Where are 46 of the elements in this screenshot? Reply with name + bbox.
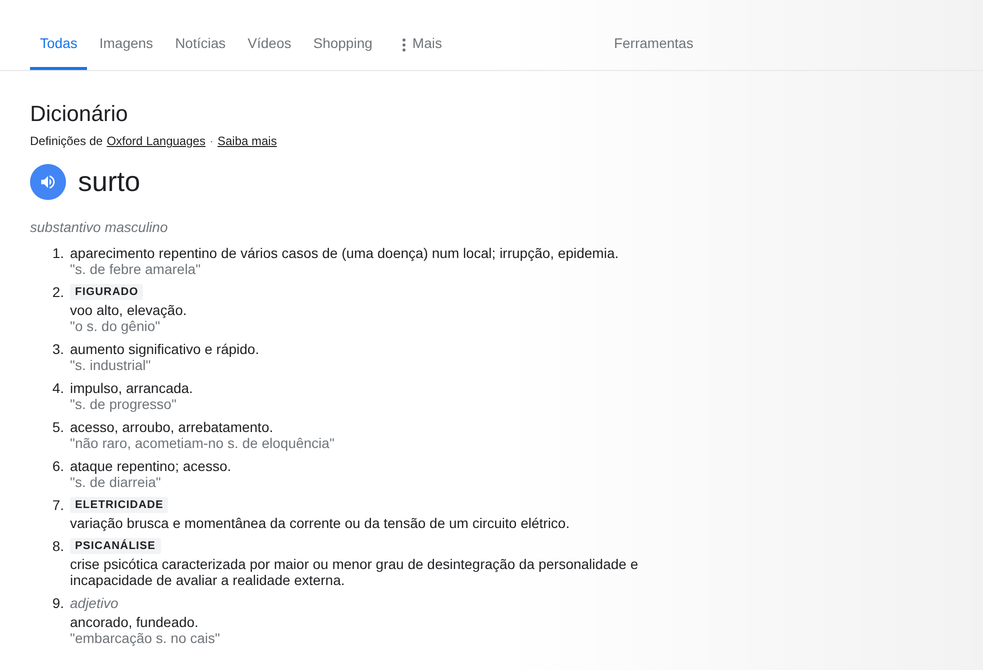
- definition-text: crise psicótica caracterizada por maior ou menor grau de desintegração da personalidade e incapacidade de avaliar a realidade externa.: [70, 556, 640, 588]
- definition-text: voo alto, elevação.: [70, 302, 188, 318]
- nav-tab[interactable]: Shopping: [303, 20, 382, 70]
- subject-label: FIGURADO: [70, 284, 144, 300]
- dictionary-heading: Dicionário: [30, 101, 129, 127]
- example-text: "s. industrial": [70, 357, 152, 373]
- list-number: 7.: [51, 497, 65, 515]
- list-number: 4.: [51, 380, 65, 398]
- definition-text: ataque repentino; acesso.: [70, 458, 232, 474]
- nav-tab[interactable]: Imagens: [89, 20, 164, 70]
- example-text: "s. de febre amarela": [70, 261, 202, 277]
- definition-text: aparecimento repentino de vários casos de (uma doença) num local; irrupção, epidemia.: [70, 245, 620, 261]
- speaker-icon: [39, 173, 57, 191]
- list-number: 3.: [51, 341, 65, 359]
- definition-text: aumento significativo e rápido.: [70, 341, 260, 357]
- example-text: "o s. do gênio": [70, 318, 162, 334]
- subject-label: PSICANÁLISE: [70, 538, 161, 554]
- list-number: 2.: [51, 284, 65, 302]
- nav-tab[interactable]: Mais: [392, 20, 452, 70]
- headword: surto: [78, 165, 140, 199]
- list-number: 8.: [51, 538, 65, 556]
- nav-tab[interactable]: Todas: [30, 20, 88, 70]
- definition-text: acesso, arroubo, arrebatamento.: [70, 419, 274, 435]
- definition-text: ancorado, fundeado.: [70, 614, 200, 630]
- subject-label: ELETRICIDADE: [70, 497, 168, 513]
- list-number: 9.: [51, 595, 65, 613]
- example-text: "não raro, acometiam-no s. de eloquência": [70, 435, 336, 451]
- nav-tab[interactable]: Notícias: [165, 20, 236, 70]
- source-link[interactable]: Oxford Languages: [106, 133, 206, 149]
- source-label: Definições de: [30, 133, 103, 149]
- part-of-speech: substantivo masculino: [30, 218, 169, 237]
- example-text: "s. de diarreia": [70, 474, 162, 490]
- speaker-button[interactable]: [30, 164, 66, 200]
- nav-tab[interactable]: Vídeos: [238, 20, 302, 70]
- list-number: 6.: [51, 458, 65, 476]
- list-number: 5.: [51, 419, 65, 437]
- more-icon: [402, 38, 406, 52]
- learn-more-link[interactable]: Saiba mais: [217, 133, 277, 149]
- definition-text: variação brusca e momentânea da corrente ou da tensão de um circuito elétrico.: [70, 515, 571, 531]
- part-of-speech: adjetivo: [70, 595, 120, 611]
- definition-text: impulso, arrancada.: [70, 380, 194, 396]
- list-number: 1.: [51, 245, 65, 263]
- example-text: "embarcação s. no cais": [70, 630, 222, 646]
- separator: ·: [209, 133, 214, 149]
- example-text: "s. de progresso": [70, 396, 178, 412]
- tools-button[interactable]: Ferramentas: [614, 20, 694, 70]
